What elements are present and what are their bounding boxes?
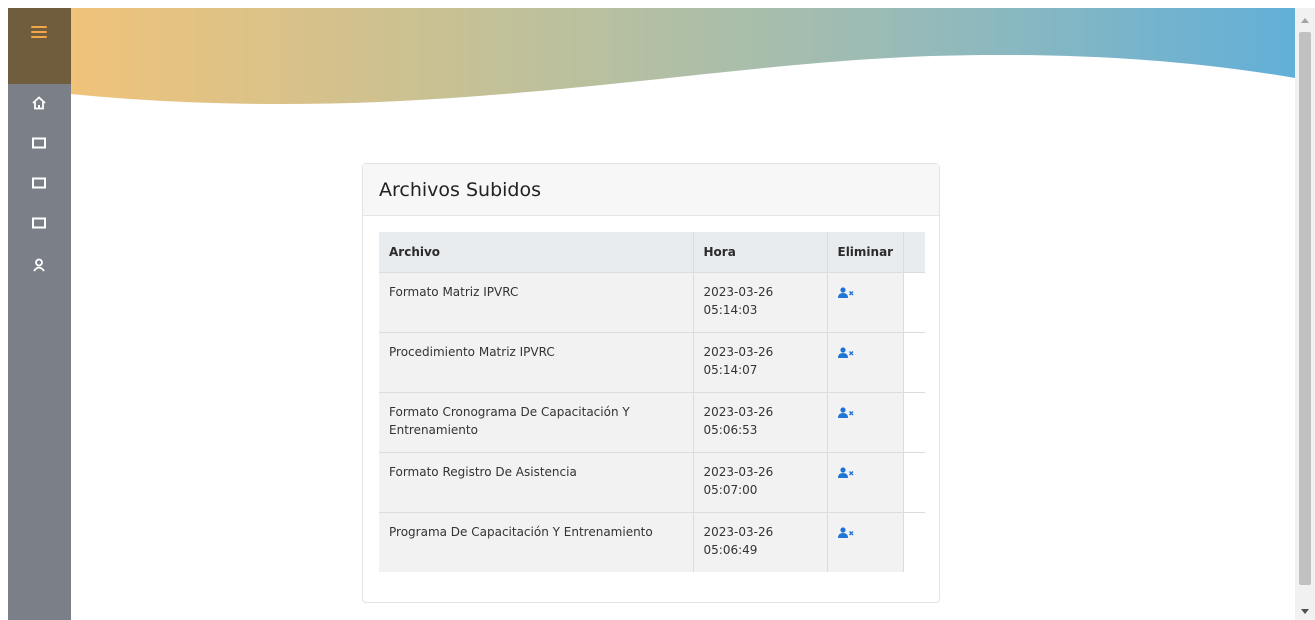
header-eliminar: Eliminar: [827, 232, 905, 272]
file-hour: 05:07:00: [703, 482, 758, 497]
file-hour: 05:14:07: [703, 362, 758, 377]
files-table: Archivo Hora Eliminar Formato Matriz IPV…: [379, 232, 925, 572]
file-hour: 05:14:03: [703, 302, 758, 317]
sidebar-header: [8, 8, 71, 84]
delete-cell: [827, 511, 905, 572]
sidebar: [8, 8, 71, 620]
header-spacer: [903, 232, 925, 272]
table-row: Programa De Capacitación Y Entrenamiento…: [379, 511, 925, 572]
top-border: [0, 0, 1315, 8]
table-row: Procedimiento Matriz IPVRC 2023-03-26 05:…: [379, 331, 925, 392]
file-date: 2023-03-26: [703, 284, 774, 299]
delete-cell: [827, 271, 905, 332]
file-hour: 05:06:53: [703, 422, 758, 437]
row-spacer: [903, 451, 925, 512]
file-name: Formato Cronograma De Capacitación Y Ent…: [379, 391, 694, 452]
header-wave-banner: [71, 8, 1295, 104]
table-row: Formato Registro De Asistencia 2023-03-2…: [379, 451, 925, 512]
file-date: 2023-03-26: [703, 344, 774, 359]
file-time: 2023-03-26 05:07:00: [693, 451, 828, 512]
delete-user-icon[interactable]: [837, 525, 854, 543]
uploaded-files-card: Archivos Subidos Archivo Hora Eliminar F…: [362, 163, 940, 603]
delete-cell: [827, 451, 905, 512]
row-spacer: [903, 271, 925, 332]
table-row: Formato Cronograma De Capacitación Y Ent…: [379, 391, 925, 452]
vertical-scrollbar[interactable]: [1295, 8, 1315, 620]
folder-icon[interactable]: [30, 214, 48, 232]
user-icon[interactable]: [30, 256, 48, 274]
delete-cell: [827, 331, 905, 392]
file-date: 2023-03-26: [703, 464, 774, 479]
file-time: 2023-03-26 05:14:07: [693, 331, 828, 392]
card-header: Archivos Subidos: [363, 164, 939, 216]
row-spacer: [903, 511, 925, 572]
delete-user-icon[interactable]: [837, 285, 854, 303]
delete-user-icon[interactable]: [837, 345, 854, 363]
delete-cell: [827, 391, 905, 452]
card-title: Archivos Subidos: [379, 178, 541, 201]
file-time: 2023-03-26 05:06:53: [693, 391, 828, 452]
file-time: 2023-03-26 05:14:03: [693, 271, 828, 332]
delete-user-icon[interactable]: [837, 465, 854, 483]
table-header-row: Archivo Hora Eliminar: [379, 232, 925, 272]
file-date: 2023-03-26: [703, 404, 774, 419]
header-archivo: Archivo: [379, 232, 694, 272]
scrollbar-thumb[interactable]: [1299, 32, 1311, 585]
home-icon[interactable]: [30, 94, 48, 112]
file-hour: 05:06:49: [703, 542, 758, 557]
row-spacer: [903, 331, 925, 392]
scroll-down-arrow-icon[interactable]: [1301, 609, 1309, 614]
scroll-up-arrow-icon[interactable]: [1301, 18, 1309, 23]
file-date: 2023-03-26: [703, 524, 774, 539]
file-name: Formato Matriz IPVRC: [379, 271, 694, 332]
file-time: 2023-03-26 05:06:49: [693, 511, 828, 572]
hamburger-menu-icon[interactable]: [31, 26, 47, 40]
row-spacer: [903, 391, 925, 452]
file-name: Programa De Capacitación Y Entrenamiento: [379, 511, 694, 572]
file-name: Procedimiento Matriz IPVRC: [379, 331, 694, 392]
file-name: Formato Registro De Asistencia: [379, 451, 694, 512]
delete-user-icon[interactable]: [837, 405, 854, 423]
table-row: Formato Matriz IPVRC 2023-03-26 05:14:03: [379, 271, 925, 332]
folder-icon[interactable]: [30, 134, 48, 152]
header-hora: Hora: [693, 232, 828, 272]
folder-icon[interactable]: [30, 174, 48, 192]
